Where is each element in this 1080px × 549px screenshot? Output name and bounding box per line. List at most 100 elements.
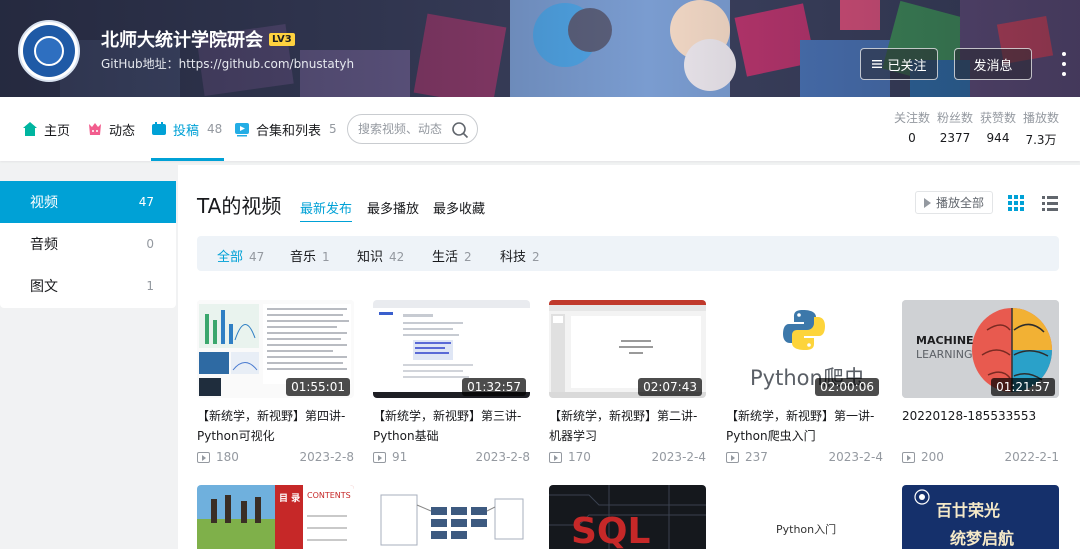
stat-label: 粉丝数	[937, 111, 974, 125]
tab-collections-count: 5	[329, 122, 337, 136]
sidebar-item-audio[interactable]: 音频 0	[0, 223, 176, 265]
profile-stats: 关注数 0 粉丝数 2377 获赞数 944 播放数 7.3万	[894, 109, 1059, 148]
filter-count: 1	[322, 250, 330, 264]
video-meta: 180 2023-2-8	[197, 450, 354, 464]
filter-label: 音乐	[290, 250, 317, 265]
username-row: 北师大统计学院研会 LV3	[101, 26, 295, 52]
python-logo-icon	[783, 310, 825, 350]
thumbnail-text-learning: LEARNING	[916, 348, 973, 361]
filter-label: 知识	[357, 250, 384, 265]
tab-dynamic[interactable]: 动态	[87, 97, 135, 161]
video-thumbnail[interactable]: 01:55:01	[197, 300, 354, 398]
filter-all[interactable]: 全部 47	[217, 246, 264, 265]
filter-label: 生活	[432, 250, 459, 265]
video-thumbnail[interactable]: 目 录 CONTENTS	[197, 485, 354, 549]
sidebar-item-article[interactable]: 图文 1	[0, 265, 176, 307]
filter-tech[interactable]: 科技 2	[500, 246, 540, 265]
message-button[interactable]: 发消息	[954, 48, 1032, 80]
tab-home-label: 主页	[44, 123, 71, 139]
play-count: 170	[568, 450, 591, 464]
play-count: 180	[216, 450, 239, 464]
filter-label: 科技	[500, 250, 527, 265]
thumbnail-text-glory-1: 百廿荣光	[936, 501, 1001, 520]
stat-likes: 获赞数 944	[980, 109, 1017, 148]
video-title[interactable]: 【新统学，新视野】第一讲-Python爬虫入门	[726, 406, 883, 446]
play-count-icon	[549, 451, 562, 463]
video-thumbnail[interactable]: Python入门	[726, 485, 883, 549]
filter-life[interactable]: 生活 2	[432, 246, 472, 265]
stat-label: 关注数	[894, 111, 931, 125]
publish-date: 2023-2-4	[828, 450, 883, 464]
play-icon	[923, 197, 931, 208]
grid-view-icon[interactable]	[1008, 195, 1024, 211]
menu-icon	[872, 60, 883, 68]
video-card[interactable]: 01:55:01 【新统学，新视野】第四讲-Python可视化 180 2023…	[197, 300, 354, 464]
play-count: 91	[392, 450, 408, 464]
filter-count: 42	[389, 250, 405, 264]
video-title[interactable]: 【新统学，新视野】第三讲-Python基础	[373, 406, 530, 446]
content-type-sidebar: 视频 47 音频 0 图文 1	[0, 181, 176, 308]
level-badge: LV3	[269, 32, 295, 46]
play-count: 200	[921, 450, 944, 464]
tab-home[interactable]: 主页	[22, 97, 70, 161]
sidebar-item-count: 47	[138, 195, 154, 209]
search-input[interactable]	[358, 122, 446, 136]
filter-knowledge[interactable]: 知识 42	[357, 246, 404, 265]
video-thumbnail[interactable]: Python爬虫 02:00:06	[726, 300, 883, 398]
list-view-icon[interactable]	[1042, 195, 1058, 211]
thumbnail-text-glory-2: 统梦启航	[950, 529, 1015, 548]
category-filter-bar: 全部 47 音乐 1 知识 42 生活 2 科技 2	[197, 236, 1059, 271]
video-title[interactable]: 【新统学，新视野】第四讲-Python可视化	[197, 406, 354, 446]
video-thumbnail[interactable]: 02:07:43	[549, 300, 706, 398]
sort-tab-most-played[interactable]: 最多播放	[367, 198, 419, 221]
play-count-icon	[197, 451, 210, 463]
video-thumbnail[interactable]: MACHINE LEARNING 01:21:57	[902, 300, 1059, 398]
stat-following[interactable]: 关注数 0	[894, 109, 931, 148]
video-card[interactable]: 01:32:57 【新统学，新视野】第三讲-Python基础 91 2023-2…	[373, 300, 530, 464]
tab-dynamic-label: 动态	[109, 123, 136, 139]
video-card[interactable]: 02:07:43 【新统学，新视野】第二讲-机器学习 170 2023-2-4	[549, 300, 706, 464]
video-title[interactable]: 20220128-185533553	[902, 406, 1059, 446]
play-count-icon	[902, 451, 915, 463]
video-title[interactable]: 【新统学，新视野】第二讲-机器学习	[549, 406, 706, 446]
dynamic-icon	[89, 123, 101, 135]
filter-count: 2	[532, 250, 540, 264]
sort-tab-most-favorited[interactable]: 最多收藏	[433, 198, 485, 221]
publish-date: 2023-2-8	[475, 450, 530, 464]
video-thumbnail[interactable]	[373, 485, 530, 549]
video-list-panel: TA的视频 最新发布 最多播放 最多收藏 播放全部 全部 47 音乐 1 知识 42 …	[178, 165, 1080, 549]
avatar-logo	[23, 25, 75, 77]
more-options-icon[interactable]	[1058, 52, 1070, 76]
sidebar-item-video[interactable]: 视频 47	[0, 181, 176, 223]
video-duration: 02:00:06	[815, 378, 879, 396]
video-card[interactable]: Python爬虫 02:00:06 【新统学，新视野】第一讲-Python爬虫入…	[726, 300, 883, 464]
play-count-icon	[726, 451, 739, 463]
stat-value: 944	[986, 131, 1010, 145]
followed-button[interactable]: 已关注	[860, 48, 938, 80]
thumbnail-diagram	[373, 485, 530, 549]
video-thumbnail[interactable]: 01:32:57	[373, 300, 530, 398]
filter-music[interactable]: 音乐 1	[290, 246, 330, 265]
stat-followers[interactable]: 粉丝数 2377	[937, 109, 974, 148]
collection-icon	[235, 123, 249, 137]
play-count: 237	[745, 450, 768, 464]
sort-tab-latest[interactable]: 最新发布	[300, 198, 353, 222]
section-title: TA的视频	[197, 194, 282, 218]
publish-date: 2023-2-8	[299, 450, 354, 464]
tab-collections[interactable]: 合集和列表 5	[234, 97, 337, 161]
tab-submissions[interactable]: 投稿 48	[151, 97, 225, 161]
avatar[interactable]	[18, 20, 80, 82]
video-card[interactable]: MACHINE LEARNING 01:21:57 20220128-18553…	[902, 300, 1059, 464]
stat-value: 0	[908, 131, 916, 145]
stat-label: 获赞数	[980, 111, 1017, 125]
video-thumbnail[interactable]: SQL	[549, 485, 706, 549]
filter-count: 2	[464, 250, 472, 264]
video-duration: 01:21:57	[991, 378, 1055, 396]
stat-plays: 播放数 7.3万	[1023, 109, 1059, 148]
username[interactable]: 北师大统计学院研会	[101, 26, 263, 52]
profile-banner: 北师大统计学院研会 LV3 GitHub地址：https://github.co…	[0, 0, 1080, 97]
video-thumbnail[interactable]: 百廿荣光 统梦启航	[902, 485, 1059, 549]
sidebar-item-count: 1	[146, 279, 154, 293]
play-all-button[interactable]: 播放全部	[915, 191, 993, 214]
search-icon[interactable]	[451, 121, 469, 139]
